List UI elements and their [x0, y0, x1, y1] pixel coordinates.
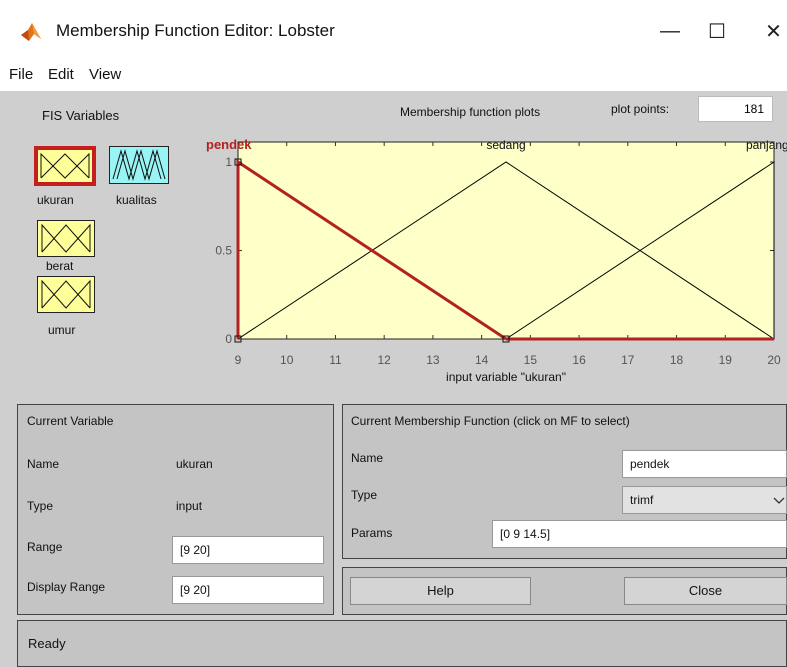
mf-label-sedang: sedang [486, 138, 525, 152]
x-axis-label: input variable "ukuran" [446, 370, 566, 384]
x-tick-label: 17 [621, 353, 635, 367]
current-mf-title: Current Membership Function (click on MF… [351, 414, 630, 428]
mf-type-label: Type [351, 488, 378, 502]
fis-variable-label: ukuran [37, 193, 74, 207]
range-input[interactable]: [9 20] [172, 536, 324, 564]
plot-points-label: plot points: [611, 102, 670, 116]
maximize-icon: ☐ [708, 20, 726, 43]
chevron-down-icon [773, 497, 785, 504]
fis-variable-label: kualitas [116, 193, 157, 207]
mf-type-select[interactable]: trimf [622, 486, 787, 514]
menu-view[interactable]: View [89, 66, 121, 83]
x-tick-label: 11 [329, 353, 342, 367]
close-icon: ✕ [765, 20, 782, 43]
x-tick-label: 9 [235, 353, 242, 367]
variable-name-value: ukuran [176, 457, 213, 471]
type-label: Type [27, 499, 54, 513]
status-text: Ready [28, 636, 66, 651]
x-tick-label: 20 [767, 353, 781, 367]
status-bar: Ready [17, 620, 787, 667]
title-bar: Membership Function Editor: Lobster — ☐ … [0, 0, 787, 60]
y-tick-label: 1 [225, 155, 232, 169]
range-label: Range [27, 540, 63, 554]
maximize-button[interactable]: ☐ [697, 14, 737, 48]
name-label: Name [27, 457, 60, 471]
output-mf-icon [112, 149, 166, 181]
plot-area [237, 141, 775, 340]
x-tick-label: 18 [670, 353, 684, 367]
fis-variable-label: berat [46, 259, 74, 273]
mf-name-input[interactable]: pendek [622, 450, 787, 478]
close-button[interactable]: Close [624, 577, 787, 605]
input-mf-icon [41, 223, 91, 253]
fis-variable-berat[interactable] [37, 220, 95, 257]
menu-edit[interactable]: Edit [48, 66, 74, 83]
help-button[interactable]: Help [350, 577, 531, 605]
input-mf-icon [41, 279, 91, 309]
x-tick-label: 19 [719, 353, 733, 367]
x-tick-label: 12 [378, 353, 392, 367]
display-range-label: Display Range [27, 580, 106, 594]
params-label: Params [351, 526, 393, 540]
mf-label-pendek: pendek [206, 137, 252, 152]
display-range-input[interactable]: [9 20] [172, 576, 324, 604]
fis-variable-label: umur [48, 323, 76, 337]
fis-variables-title: FIS Variables [42, 108, 120, 123]
minimize-icon: — [660, 19, 680, 42]
x-tick-label: 14 [475, 353, 489, 367]
matlab-icon [21, 23, 41, 41]
y-tick-label: 0 [225, 332, 232, 346]
mf-plot[interactable]: 9 10 11 12 13 14 15 16 17 18 19 20 0 0.5 1 pendek sedang… [200, 124, 787, 393]
input-mf-icon [40, 152, 90, 179]
menu-bar: File Edit View [0, 60, 787, 90]
fis-variable-ukuran[interactable] [34, 146, 96, 186]
mf-label-panjang: panjang [746, 138, 787, 152]
mf-name-label: Name [351, 451, 384, 465]
close-window-button[interactable]: ✕ [760, 14, 787, 48]
x-tick-label: 16 [572, 353, 586, 367]
y-tick-label: 0.5 [215, 244, 232, 258]
current-variable-title: Current Variable [27, 414, 114, 428]
x-tick-label: 15 [524, 353, 538, 367]
plot-points-input[interactable]: 181 [698, 96, 773, 122]
window-title: Membership Function Editor: Lobster [56, 21, 335, 40]
x-tick-label: 10 [280, 353, 294, 367]
mf-plots-title: Membership function plots [400, 105, 541, 119]
fis-variable-umur[interactable] [37, 276, 95, 313]
variable-type-value: input [176, 499, 203, 513]
x-tick-label: 13 [426, 353, 440, 367]
params-input[interactable]: [0 9 14.5] [492, 520, 787, 548]
mf-type-value: trimf [630, 493, 654, 507]
minimize-button[interactable]: — [650, 14, 690, 48]
menu-file[interactable]: File [9, 66, 33, 83]
fis-variable-kualitas[interactable] [109, 146, 169, 184]
